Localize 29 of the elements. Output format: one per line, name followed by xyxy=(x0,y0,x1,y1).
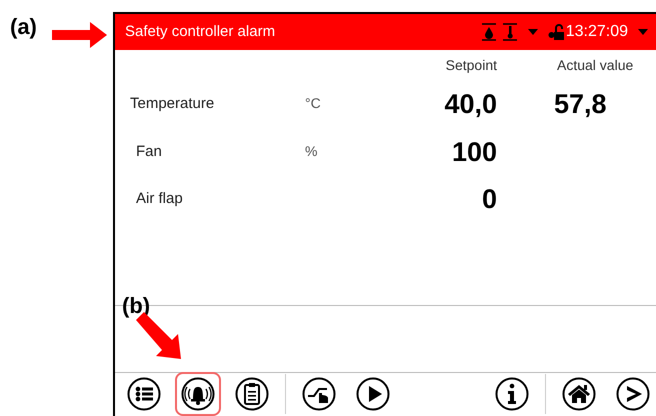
column-header: Setpoint xyxy=(446,56,497,76)
annotation-label: (a) xyxy=(10,13,37,41)
clock-time: 13:27:09 xyxy=(566,22,628,42)
alarm-bell-icon xyxy=(181,377,215,412)
unit-label: °C xyxy=(305,95,321,112)
unit-label: % xyxy=(305,142,318,159)
setpoint-value: 100 xyxy=(452,136,497,169)
hand-pointer-icon xyxy=(302,377,336,412)
info-icon xyxy=(495,377,529,412)
humidity-icon xyxy=(480,22,497,42)
alarm-bell-button[interactable] xyxy=(175,372,221,416)
play-icon xyxy=(356,377,390,412)
menu-icon xyxy=(127,377,161,412)
thermometer-icon xyxy=(502,22,518,42)
parameter-label: Fan xyxy=(136,142,162,160)
setpoint-value: 40,0 xyxy=(444,88,497,122)
key-lock-icon xyxy=(548,24,564,40)
parameter-label: Air flap xyxy=(136,190,183,207)
home-icon xyxy=(562,377,596,412)
column-header: Actual value xyxy=(557,56,634,76)
annotation-label: (b) xyxy=(122,292,150,320)
clipboard-icon xyxy=(235,377,269,412)
annotation-arrow xyxy=(52,22,107,48)
dropdown-icon[interactable] xyxy=(528,28,538,35)
setpoint-value: 0 xyxy=(482,182,497,216)
dropdown-icon[interactable] xyxy=(638,28,648,35)
actual-value: 57,8 xyxy=(554,88,607,122)
window-title: Safety controller alarm xyxy=(125,22,276,42)
parameter-label: Temperature xyxy=(130,95,214,112)
